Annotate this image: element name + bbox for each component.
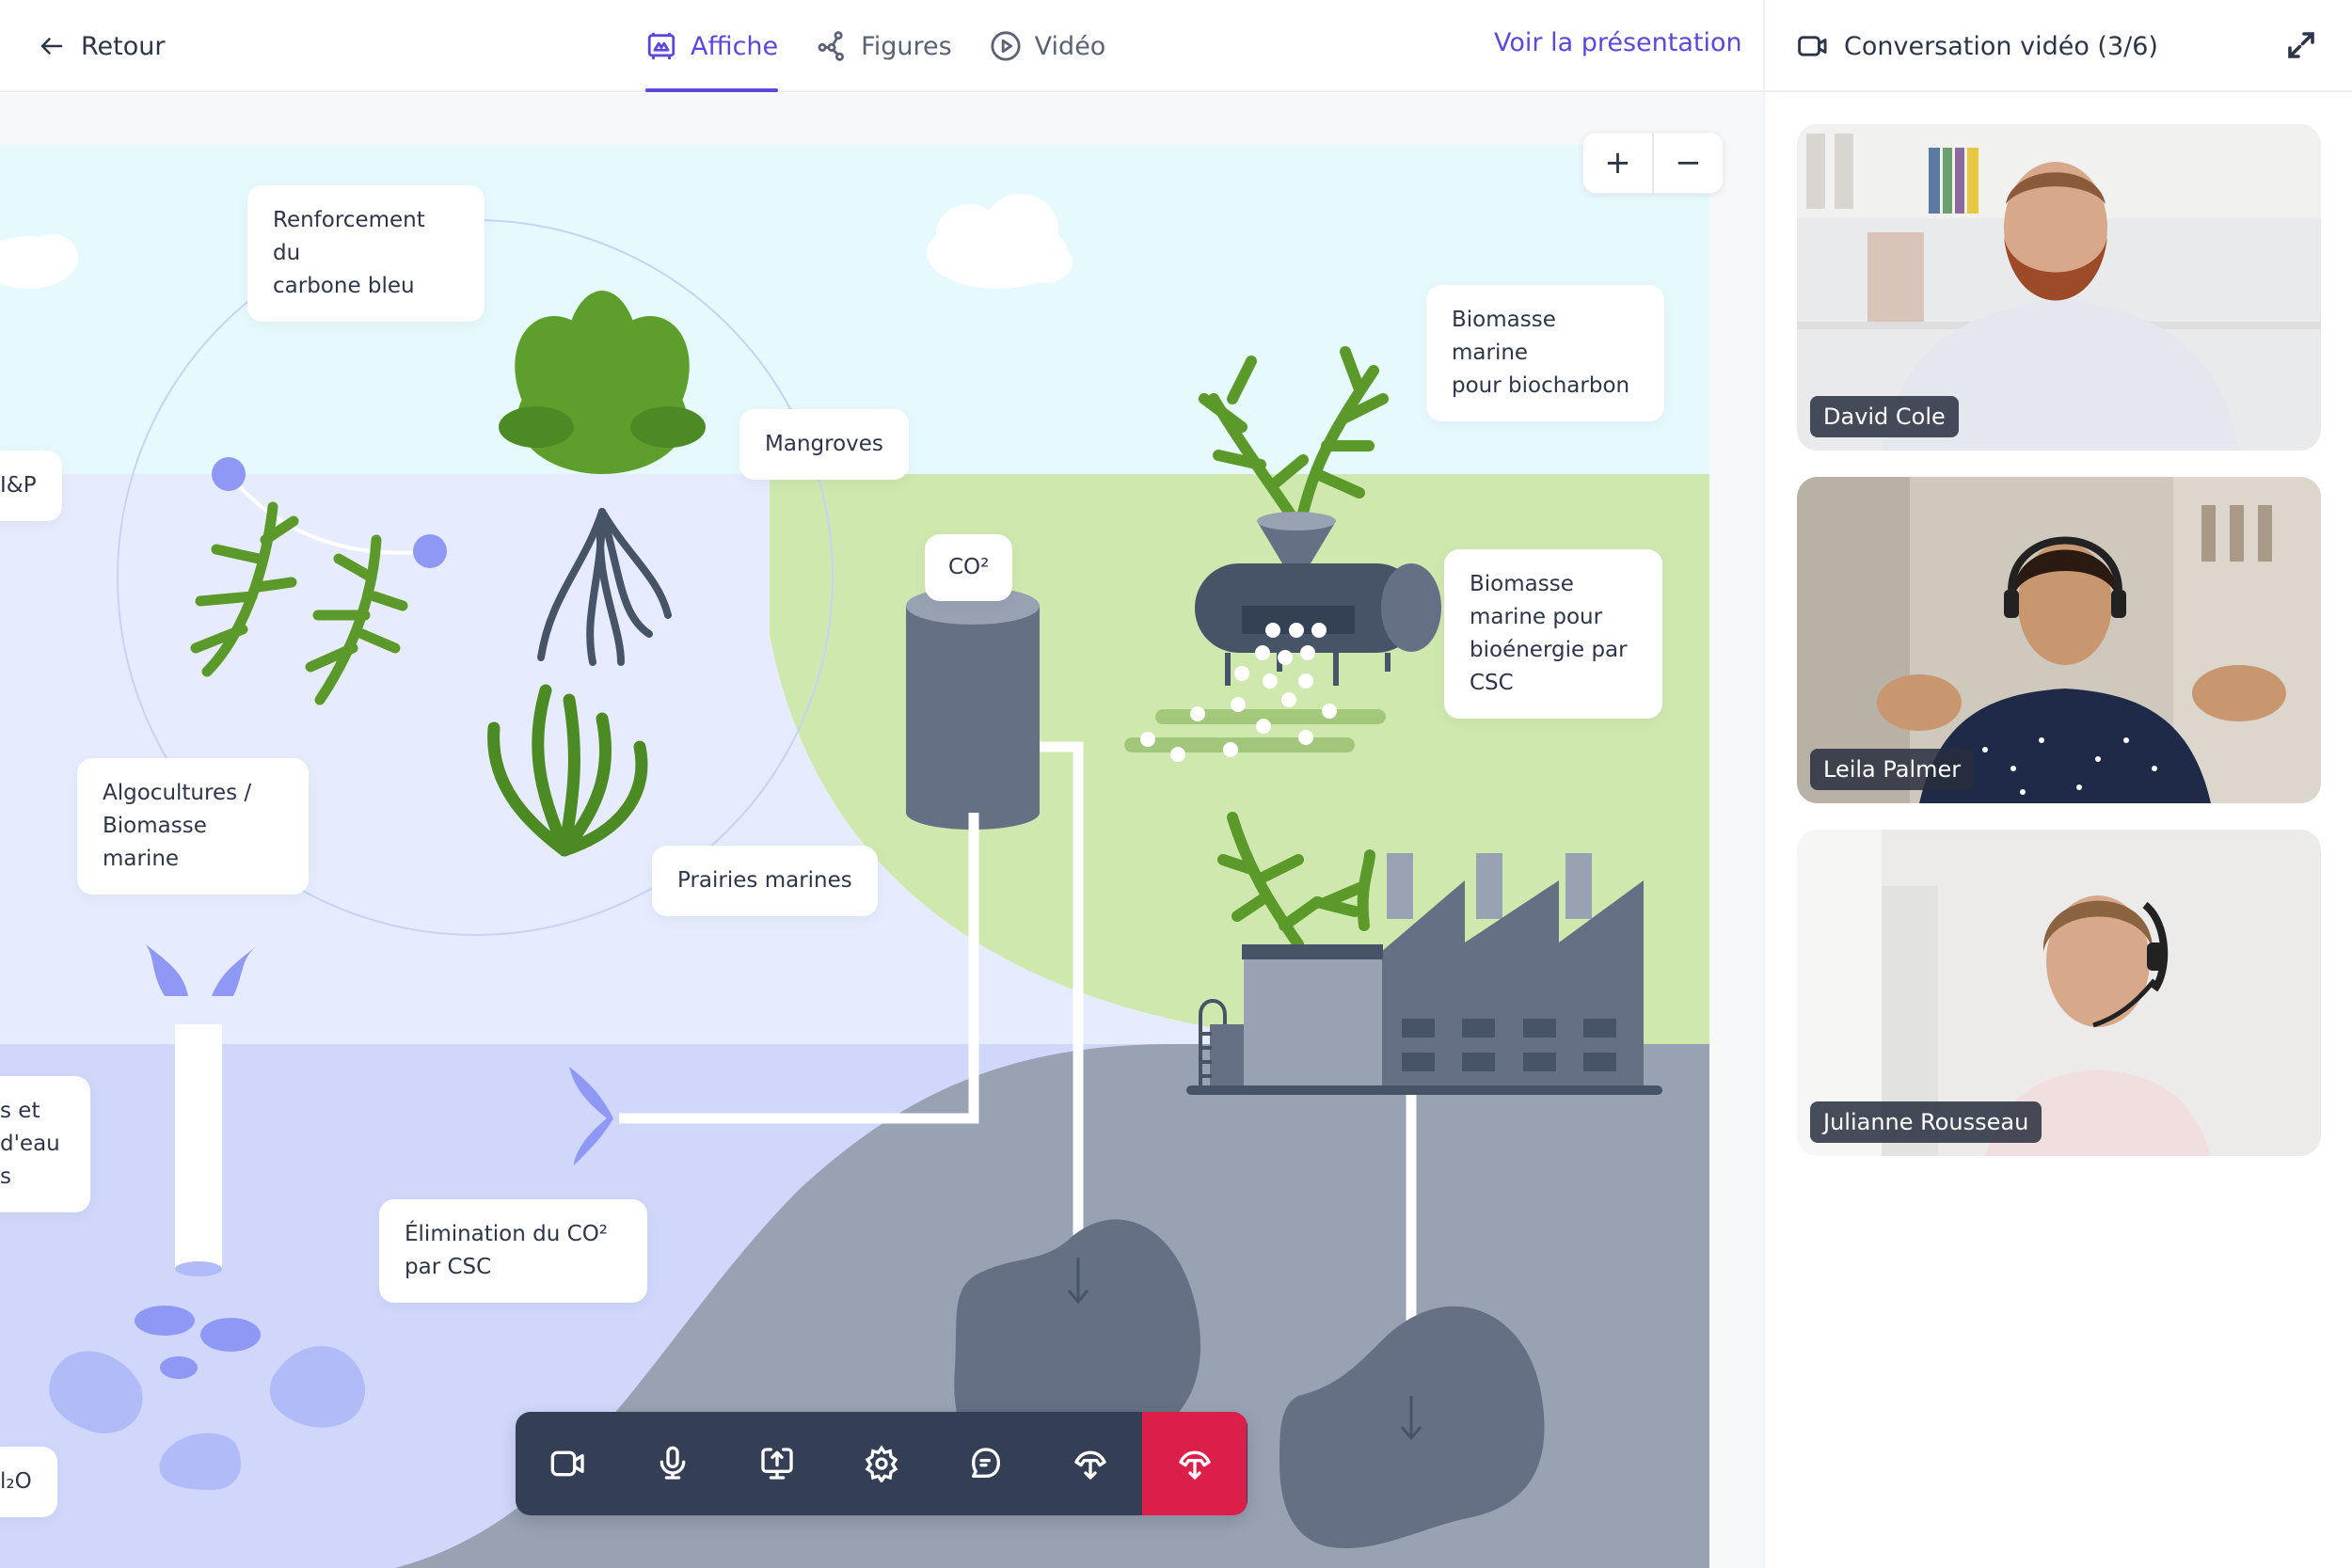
co2-tank-icon: [906, 587, 1040, 830]
tab-affiche[interactable]: Affiche: [645, 0, 779, 92]
tab-video-label: Vidéo: [1034, 31, 1106, 61]
phone-down-icon: [1073, 1450, 1106, 1480]
label-co2-removal: Élimination du CO² par CSC: [379, 1199, 647, 1303]
zoom-out-button[interactable]: −: [1654, 133, 1723, 193]
zoom-in-button[interactable]: +: [1583, 133, 1652, 193]
label-blue-carbon: Renforcement du carbone bleu: [247, 185, 485, 322]
participant-tile[interactable]: Julianne Rousseau: [1797, 830, 2321, 1156]
conversation-title: Conversation vidéo (3/6): [1797, 26, 2158, 66]
label-bioenergy: Biomasse marine pour bioénergie par CSC: [1444, 549, 1662, 719]
tab-video[interactable]: Vidéo: [990, 0, 1106, 92]
graph-nodes-icon: [818, 31, 845, 61]
label-co2-tank: CO²: [925, 534, 1013, 601]
chat-button[interactable]: [933, 1412, 1038, 1515]
poster-stage: Renforcement du carbone bleu Mangroves B…: [0, 93, 1763, 1568]
node-dot: [413, 534, 447, 568]
conversation-title-text: Conversation vidéo (3/6): [1844, 31, 2158, 61]
poster-canvas[interactable]: Renforcement du carbone bleu Mangroves B…: [0, 145, 1709, 1568]
phone-end-icon: [1178, 1450, 1211, 1480]
view-tabs: Affiche Figures Vidéo: [645, 0, 1105, 92]
participant-tile[interactable]: Leila Palmer: [1797, 477, 2321, 803]
chat-bubble-icon: [971, 1448, 1000, 1478]
video-camera-icon: [550, 1450, 584, 1477]
label-left-h2o: l₂O: [0, 1447, 57, 1517]
back-button[interactable]: Retour: [38, 26, 165, 66]
label-algaculture: Algocultures / Biomasse marine: [77, 758, 309, 895]
label-left-water: s et d'eau s: [0, 1076, 90, 1212]
microphone-toggle-button[interactable]: [620, 1412, 724, 1515]
microphone-icon: [660, 1446, 685, 1480]
poster-icon: [647, 32, 675, 60]
arrow-left-icon: [40, 38, 63, 55]
end-call-button[interactable]: [1142, 1412, 1247, 1515]
view-presentation-link[interactable]: Voir la présentation: [1494, 28, 1742, 57]
share-screen-button[interactable]: [724, 1412, 829, 1515]
zoom-controls: + −: [1582, 132, 1724, 194]
settings-button[interactable]: [829, 1412, 933, 1515]
gear-icon: [865, 1445, 898, 1482]
play-circle-icon: [991, 31, 1021, 61]
tab-figures[interactable]: Figures: [816, 0, 952, 92]
participant-name: David Cole: [1810, 396, 1959, 437]
screen-share-icon: [760, 1448, 793, 1480]
video-camera-icon: [1798, 36, 1827, 56]
tab-affiche-label: Affiche: [691, 31, 779, 61]
expand-icon[interactable]: [2284, 28, 2318, 62]
camera-toggle-button[interactable]: [516, 1412, 620, 1515]
back-label: Retour: [81, 31, 166, 61]
participant-name: Julianne Rousseau: [1810, 1101, 2042, 1143]
participant-tile[interactable]: David Cole: [1797, 124, 2321, 451]
participant-name: Leila Palmer: [1810, 749, 1975, 790]
leave-call-button[interactable]: [1038, 1412, 1142, 1515]
tab-figures-label: Figures: [861, 31, 952, 61]
injection-pipe: [175, 1024, 222, 1269]
panel-divider: [1763, 0, 1765, 1568]
top-header: Retour Affiche Figures Vidéo Voir la pré…: [0, 0, 2352, 92]
label-mangroves: Mangroves: [739, 409, 909, 480]
call-toolbar: [516, 1412, 1248, 1515]
label-biochar: Biomasse marine pour biocharbon: [1426, 285, 1664, 421]
label-seagrass: Prairies marines: [652, 846, 878, 916]
label-left-ip: I&P: [0, 451, 62, 521]
node-dot: [212, 457, 246, 491]
